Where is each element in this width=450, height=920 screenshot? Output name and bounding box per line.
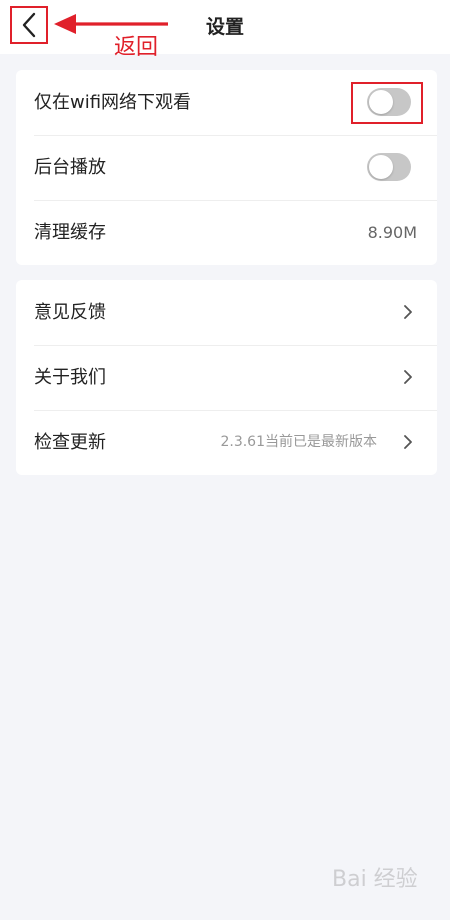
about-us-label: 关于我们	[34, 367, 106, 388]
clear-cache-label: 清理缓存	[34, 222, 106, 243]
info-card: 意见反馈 关于我们 检查更新 2.3.61当前已是最新版本	[16, 280, 437, 475]
back-annotation: 返回	[114, 35, 159, 60]
check-update-row[interactable]: 检查更新 2.3.61当前已是最新版本	[16, 410, 437, 475]
settings-card: 仅在wifi网络下观看 后台播放 清理缓存 8.90M	[16, 70, 437, 265]
chevron-right-icon	[404, 435, 412, 449]
back-button[interactable]	[10, 6, 48, 44]
wifi-only-row[interactable]: 仅在wifi网络下观看	[16, 70, 437, 135]
chevron-right-icon	[404, 305, 412, 319]
wifi-only-toggle[interactable]	[367, 88, 411, 116]
background-play-label: 后台播放	[34, 157, 106, 178]
clear-cache-row[interactable]: 清理缓存 8.90M	[16, 200, 437, 265]
wifi-only-label: 仅在wifi网络下观看	[34, 92, 192, 113]
background-play-row[interactable]: 后台播放	[16, 135, 437, 200]
chevron-right-icon	[404, 370, 412, 384]
watermark-text: Bai 经验	[332, 867, 418, 892]
feedback-row[interactable]: 意见反馈	[16, 280, 437, 345]
feedback-label: 意见反馈	[34, 302, 106, 323]
version-status-text: 2.3.61当前已是最新版本	[220, 434, 377, 450]
toggle-knob	[369, 155, 393, 179]
watermark: Bai 经验	[332, 867, 418, 892]
back-chevron-icon	[22, 12, 36, 38]
background-play-toggle[interactable]	[367, 153, 411, 181]
cache-size-value: 8.90M	[367, 223, 417, 242]
about-us-row[interactable]: 关于我们	[16, 345, 437, 410]
toggle-knob	[369, 90, 393, 114]
header-bar: 设置 返回	[0, 0, 450, 60]
check-update-label: 检查更新	[34, 432, 106, 453]
